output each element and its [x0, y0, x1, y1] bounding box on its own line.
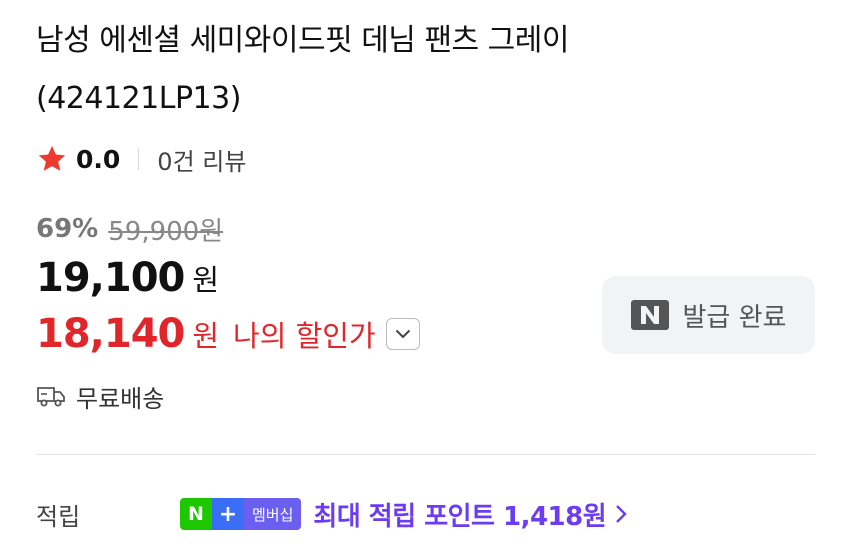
sale-price-unit: 원	[192, 263, 220, 297]
my-discount-price: 18,140	[36, 311, 185, 357]
coupon-label: 발급 완료	[682, 302, 787, 333]
my-price-row: 18,140 원 나의 할인가	[36, 306, 420, 362]
points-row[interactable]: 적립 N + 멤버십 최대 적립 포인트 1,418원	[36, 492, 816, 536]
badge-plus: +	[212, 498, 244, 530]
sale-price: 19,100	[36, 255, 185, 301]
product-title-line1: 남성 에센셜 세미와이드핏 데님 팬츠 그레이	[36, 23, 569, 58]
my-price-expand-button[interactable]	[385, 318, 420, 350]
shipping-row: 무료배송	[36, 376, 164, 416]
product-title-line2: (424121LP13)	[36, 81, 241, 116]
truck-icon	[37, 387, 65, 407]
section-divider	[36, 454, 815, 455]
star-icon	[38, 145, 66, 171]
max-points-text[interactable]: 최대 적립 포인트 1,418원	[313, 496, 606, 533]
original-price-row: 69% 59,900원	[36, 210, 223, 248]
sale-price-row: 19,100 원	[36, 252, 219, 304]
discount-rate: 69%	[36, 214, 99, 244]
points-label: 적립	[36, 502, 81, 531]
badge-n: N	[180, 498, 212, 530]
naver-n-icon	[630, 300, 669, 330]
rating-divider	[138, 148, 140, 170]
naver-plus-membership-badge: N + 멤버십	[180, 498, 302, 530]
product-title: 남성 에센셜 세미와이드핏 데님 팬츠 그레이 (424121LP13)	[36, 12, 816, 128]
original-price: 59,900원	[108, 216, 224, 247]
my-price-label: 나의 할인가	[233, 319, 376, 353]
review-count-link[interactable]: 0건 리뷰	[157, 142, 246, 177]
chevron-right-icon[interactable]	[614, 503, 628, 525]
shipping-label: 무료배송	[76, 384, 165, 413]
coupon-issued-button[interactable]: 발급 완료	[602, 276, 815, 354]
my-price-unit: 원	[192, 319, 220, 353]
rating-row: 0.0 0건 리뷰	[36, 140, 246, 178]
rating-score: 0.0	[76, 144, 121, 174]
badge-membership: 멤버십	[244, 498, 302, 530]
chevron-down-icon	[395, 329, 410, 339]
